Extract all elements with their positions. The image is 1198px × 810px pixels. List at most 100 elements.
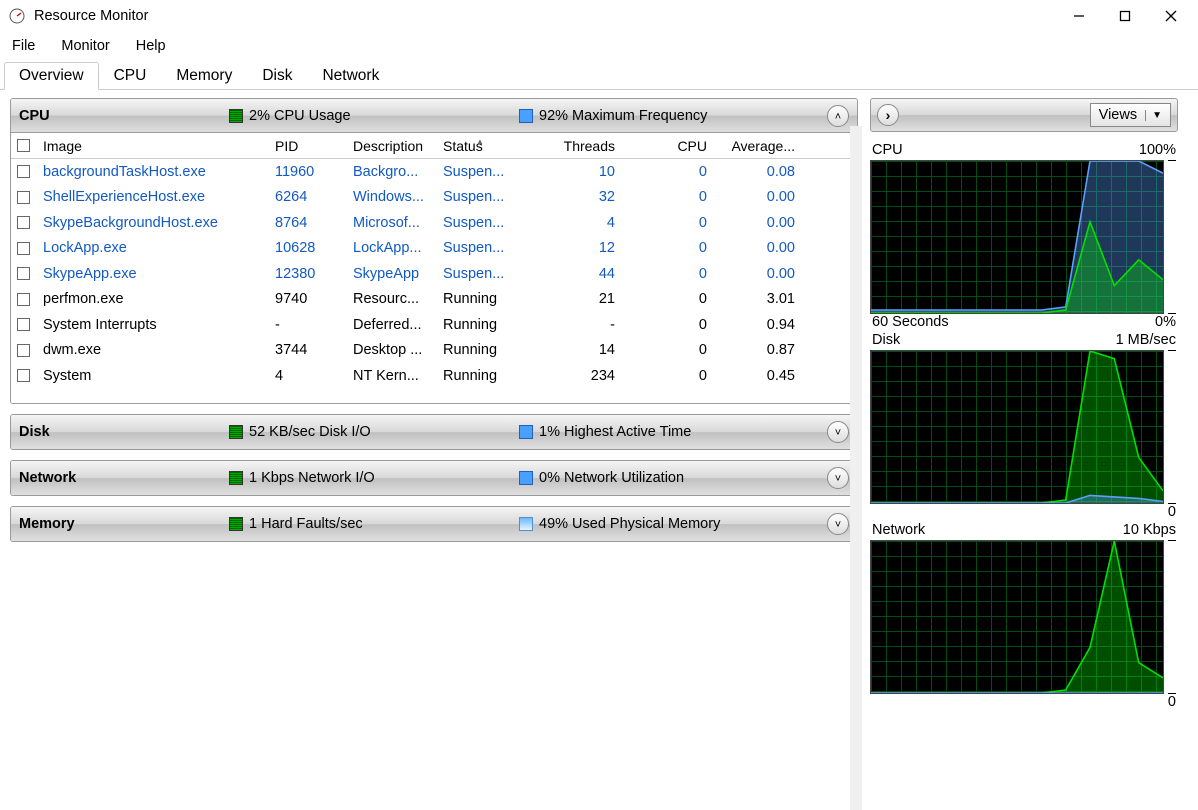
chevron-down-icon — [835, 471, 841, 485]
cell-image: System — [37, 368, 269, 384]
graph-axis-right: 0% — [1155, 314, 1176, 330]
col-description[interactable]: Description — [347, 138, 437, 154]
row-checkbox[interactable] — [17, 318, 30, 331]
minimize-button[interactable] — [1056, 0, 1102, 32]
panel-network-expand[interactable] — [827, 467, 849, 489]
table-row[interactable]: ShellExperienceHost.exe6264Windows...Sus… — [11, 185, 857, 211]
cell-avg: 0.00 — [713, 240, 801, 256]
chevron-down-icon — [835, 517, 841, 531]
cell-image: System Interrupts — [37, 317, 269, 333]
tab-network[interactable]: Network — [307, 62, 394, 90]
tab-disk[interactable]: Disk — [247, 62, 307, 90]
graph-disk — [870, 350, 1164, 504]
menu-file[interactable]: File — [8, 36, 39, 56]
panel-memory-title: Memory — [19, 516, 229, 532]
col-status[interactable]: ▲Status — [437, 138, 523, 154]
chevron-down-icon — [835, 425, 841, 439]
splitter[interactable] — [862, 90, 870, 810]
row-checkbox[interactable] — [17, 293, 30, 306]
row-checkbox[interactable] — [17, 242, 30, 255]
graph-cpu-block: CPU 100% 60 Seconds 0% — [870, 142, 1178, 330]
cell-status: Running — [437, 317, 523, 333]
cell-description: Deferred... — [347, 317, 437, 333]
cell-description: Resourc... — [347, 291, 437, 307]
cell-status: Running — [437, 342, 523, 358]
cell-cpu: 0 — [621, 189, 713, 205]
cell-avg: 0.00 — [713, 266, 801, 282]
row-checkbox[interactable] — [17, 191, 30, 204]
row-checkbox[interactable] — [17, 267, 30, 280]
cell-image: SkypeApp.exe — [37, 266, 269, 282]
graph-disk-zero: 0 — [1168, 504, 1176, 520]
table-row[interactable]: backgroundTaskHost.exe11960Backgro...Sus… — [11, 159, 857, 185]
cell-threads: 10 — [523, 164, 621, 180]
tab-memory[interactable]: Memory — [161, 62, 247, 90]
table-row[interactable]: SkypeBackgroundHost.exe8764Microsof...Su… — [11, 210, 857, 236]
panel-memory-expand[interactable] — [827, 513, 849, 535]
row-checkbox[interactable] — [17, 344, 30, 357]
col-average[interactable]: Average... — [713, 138, 801, 154]
panel-network-header[interactable]: Network 1 Kbps Network I/O 0% Network Ut… — [11, 461, 857, 495]
panel-cpu-header[interactable]: CPU 2% CPU Usage 92% Maximum Frequency — [11, 99, 857, 133]
maximize-button[interactable] — [1102, 0, 1148, 32]
cell-threads: 44 — [523, 266, 621, 282]
col-cpu[interactable]: CPU — [621, 138, 713, 154]
cell-pid: 3744 — [269, 342, 347, 358]
menu-help[interactable]: Help — [132, 36, 170, 56]
cell-description: NT Kern... — [347, 368, 437, 384]
graph-cpu-title: CPU — [872, 142, 903, 158]
row-checkbox[interactable] — [17, 216, 30, 229]
panel-disk-expand[interactable] — [827, 421, 849, 443]
cell-cpu: 0 — [621, 291, 713, 307]
cell-image: backgroundTaskHost.exe — [37, 164, 269, 180]
table-row[interactable]: dwm.exe3744Desktop ...Running1400.87 — [11, 338, 857, 364]
table-row[interactable]: System4NT Kern...Running23400.45 — [11, 363, 857, 389]
tab-cpu[interactable]: CPU — [99, 62, 162, 90]
graph-axis-left: 60 Seconds — [872, 314, 949, 330]
titlebar: Resource Monitor — [0, 0, 1198, 32]
graph-network-max: 10 Kbps — [1123, 522, 1176, 538]
collapse-graphs-button[interactable] — [877, 104, 899, 126]
menu-monitor[interactable]: Monitor — [57, 36, 113, 56]
process-table-body[interactable]: backgroundTaskHost.exe11960Backgro...Sus… — [11, 159, 857, 403]
select-all-checkbox[interactable] — [17, 139, 30, 152]
tab-overview[interactable]: Overview — [4, 62, 99, 90]
menubar: File Monitor Help — [0, 32, 1198, 60]
table-row[interactable]: LockApp.exe10628LockApp...Suspen...1200.… — [11, 236, 857, 262]
col-image[interactable]: Image — [37, 138, 269, 154]
panel-memory-header[interactable]: Memory 1 Hard Faults/sec 49% Used Physic… — [11, 507, 857, 541]
left-pane-scrollbar[interactable] — [850, 126, 862, 810]
views-button[interactable]: Views ▼ — [1090, 103, 1171, 127]
cell-status: Suspen... — [437, 189, 523, 205]
disk-io-text: 52 KB/sec Disk I/O — [249, 424, 371, 440]
row-checkbox[interactable] — [17, 165, 30, 178]
cell-avg: 0.08 — [713, 164, 801, 180]
row-checkbox[interactable] — [17, 369, 30, 382]
col-pid[interactable]: PID — [269, 138, 347, 154]
cell-threads: - — [523, 317, 621, 333]
graph-network-block: Network 10 Kbps 0 — [870, 522, 1178, 710]
cell-status: Suspen... — [437, 266, 523, 282]
cell-pid: 4 — [269, 368, 347, 384]
cell-image: dwm.exe — [37, 342, 269, 358]
table-row[interactable]: SkypeApp.exe12380SkypeAppSuspen...4400.0… — [11, 261, 857, 287]
panel-disk-header[interactable]: Disk 52 KB/sec Disk I/O 1% Highest Activ… — [11, 415, 857, 449]
cell-description: SkypeApp — [347, 266, 437, 282]
panel-disk: Disk 52 KB/sec Disk I/O 1% Highest Activ… — [10, 414, 858, 450]
cell-status: Suspen... — [437, 164, 523, 180]
left-pane: CPU 2% CPU Usage 92% Maximum Frequency I… — [0, 90, 862, 810]
close-button[interactable] — [1148, 0, 1194, 32]
disk-active-text: 1% Highest Active Time — [539, 424, 691, 440]
panel-cpu-collapse[interactable] — [827, 105, 849, 127]
cell-threads: 32 — [523, 189, 621, 205]
table-row[interactable]: perfmon.exe9740Resourc...Running2103.01 — [11, 287, 857, 313]
col-threads[interactable]: Threads — [523, 138, 621, 154]
panel-cpu-title: CPU — [19, 108, 229, 124]
tabbar: Overview CPU Memory Disk Network — [0, 60, 1198, 90]
cpu-usage-text: 2% CPU Usage — [249, 108, 351, 124]
table-row[interactable]: System Interrupts-Deferred...Running-00.… — [11, 312, 857, 338]
cell-pid: 9740 — [269, 291, 347, 307]
graph-disk-max: 1 MB/sec — [1116, 332, 1176, 348]
cell-avg: 0.00 — [713, 189, 801, 205]
cell-pid: 6264 — [269, 189, 347, 205]
